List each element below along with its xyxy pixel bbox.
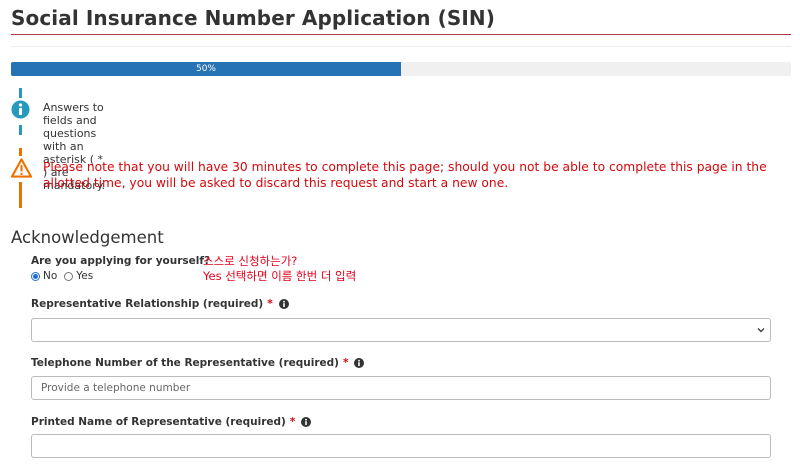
required-marker: * <box>342 357 349 369</box>
annotation-note: 스스로 신청하는가? Yes 선택하면 이름 한번 더 입력 <box>203 254 356 284</box>
representative-relationship-label-text: Representative Relationship (required) <box>31 298 264 310</box>
required-marker: * <box>267 298 273 310</box>
warning-alert-text: Please note that you will have 30 minute… <box>43 160 767 190</box>
progress-label: 50% <box>195 64 216 74</box>
info-icon[interactable] <box>301 417 312 427</box>
title-divider <box>11 34 791 35</box>
printed-name-representative-label-text: Printed Name of Representative (required… <box>31 416 286 428</box>
applying-for-yourself-label: Are you applying for yourself? <box>31 255 211 267</box>
representative-relationship-label: Representative Relationship (required) * <box>31 298 289 310</box>
radio-yes[interactable] <box>64 271 74 281</box>
progress-bar: 50% <box>11 62 791 76</box>
required-marker: * <box>289 416 296 428</box>
representative-relationship-select[interactable] <box>31 318 771 342</box>
warning-alert-bar <box>19 148 22 156</box>
chevron-down-icon <box>757 328 765 333</box>
telephone-placeholder: Provide a telephone number <box>41 382 191 394</box>
annotation-note-line2: Yes 선택하면 이름 한번 더 입력 <box>203 269 357 283</box>
telephone-representative-input[interactable]: Provide a telephone number <box>31 376 771 400</box>
info-alert-bar <box>19 88 22 98</box>
page-title: Social Insurance Number Application (SIN… <box>11 6 495 30</box>
applying-for-yourself-radio-group: No Yes <box>31 270 100 282</box>
radio-no-label[interactable]: No <box>43 270 57 282</box>
warning-alert-bar <box>19 182 22 208</box>
printed-name-representative-label: Printed Name of Representative (required… <box>31 416 312 428</box>
section-title-acknowledgement: Acknowledgement <box>11 228 164 247</box>
telephone-representative-label-text: Telephone Number of the Representative (… <box>31 357 339 369</box>
printed-name-representative-input[interactable] <box>31 434 771 458</box>
info-icon <box>11 100 30 119</box>
radio-yes-label[interactable]: Yes <box>76 270 93 282</box>
radio-no[interactable] <box>31 271 40 281</box>
annotation-note-line1: 스스로 신청하는가? <box>203 254 298 268</box>
warning-icon <box>11 158 32 178</box>
info-icon[interactable] <box>278 299 289 309</box>
section-divider <box>11 46 791 47</box>
telephone-representative-label: Telephone Number of the Representative (… <box>31 357 365 369</box>
info-icon[interactable] <box>354 358 365 368</box>
info-alert-bar <box>19 125 22 135</box>
